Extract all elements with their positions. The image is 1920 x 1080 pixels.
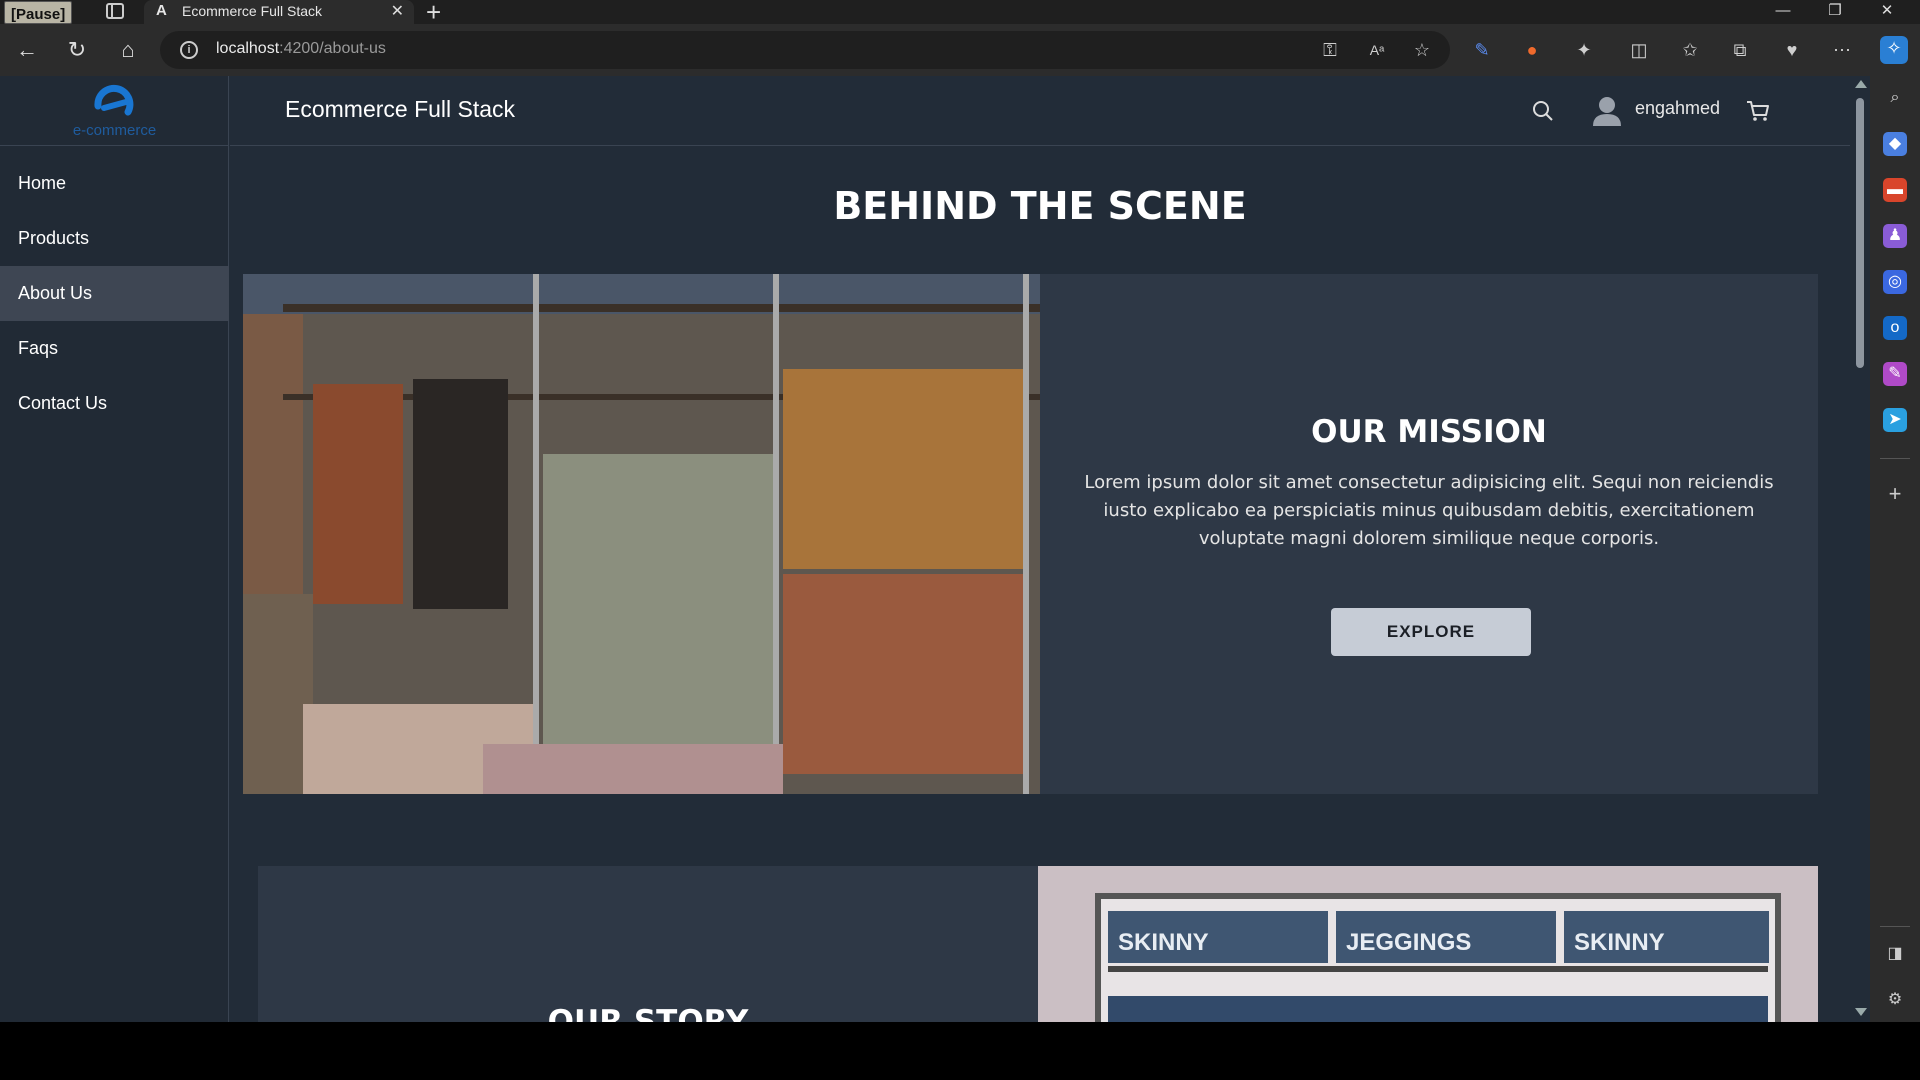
ecommerce-logo-icon: [94, 84, 134, 116]
shelf-label-skinny-2: SKINNY: [1574, 929, 1665, 956]
scroll-up-arrow-icon[interactable]: [1855, 80, 1867, 88]
edge-sidebar: ⌕ ◆ ▬ ♟ ◎ o ✎ ➤ + ◨ ⚙: [1870, 76, 1920, 1022]
mission-title: OUR MISSION: [1311, 414, 1547, 450]
nav-item-contact-us[interactable]: Contact Us: [0, 376, 229, 431]
url-host: localhost: [216, 40, 280, 57]
home-icon[interactable]: ⌂: [114, 37, 142, 65]
games-icon[interactable]: ♟: [1883, 224, 1907, 248]
cart-icon[interactable]: [1745, 98, 1771, 124]
tab-title: Ecommerce Full Stack: [182, 3, 323, 19]
search-icon[interactable]: [1530, 98, 1556, 124]
nav-item-products[interactable]: Products: [0, 211, 229, 266]
add-sidebar-app-icon[interactable]: +: [1883, 482, 1907, 506]
split-screen-icon[interactable]: ◫: [1627, 38, 1651, 62]
shelf-label-skinny-1: SKINNY: [1118, 929, 1209, 956]
shopping-tag-icon[interactable]: ◆: [1883, 132, 1907, 156]
tab-actions-icon[interactable]: [106, 3, 124, 19]
collections-icon[interactable]: ⧉: [1728, 38, 1752, 62]
copilot-icon[interactable]: ✧: [1880, 36, 1908, 64]
close-window-icon[interactable]: ✕: [1864, 0, 1910, 24]
user-avatar-icon[interactable]: [1590, 93, 1624, 127]
page-scrollbar[interactable]: [1850, 76, 1870, 1022]
letterbox-bar: [0, 1022, 1920, 1080]
story-title: OUR STORY: [547, 1004, 749, 1022]
designer-icon[interactable]: ✎: [1883, 362, 1907, 386]
main-content: BEHIND THE SCENE OUR MISSION Lorem ipsum…: [230, 146, 1850, 1022]
nav-item-home[interactable]: Home: [0, 156, 229, 211]
favorites-icon[interactable]: ✩: [1678, 38, 1702, 62]
username[interactable]: engahmed: [1635, 98, 1720, 119]
browser-toolbar: ← ↻ ⌂ i localhost:4200/about-us ⚿ Aᵃ ☆ ✎…: [0, 24, 1920, 76]
sidebar-settings-icon[interactable]: ⚙: [1883, 988, 1907, 1012]
refresh-icon[interactable]: ↻: [63, 37, 91, 65]
mission-text: OUR MISSION Lorem ipsum dolor sit amet c…: [1040, 274, 1818, 794]
denim-shelf-image: SKINNY JEGGINGS SKINNY: [1038, 866, 1818, 1022]
browser-essentials-icon[interactable]: ♥: [1780, 38, 1804, 62]
pen-extension-icon[interactable]: ✎: [1470, 38, 1494, 62]
angular-favicon-icon: A: [156, 2, 167, 19]
app-sidebar: e-commerce Home Products About Us Faqs C…: [0, 76, 229, 1022]
side-nav: Home Products About Us Faqs Contact Us: [0, 156, 229, 431]
scroll-down-arrow-icon[interactable]: [1855, 1008, 1867, 1016]
explore-button[interactable]: EXPLORE: [1331, 608, 1531, 656]
site-info-icon[interactable]: i: [180, 41, 198, 59]
story-section: OUR STORY SKINNY JEGGINGS SKINNY: [258, 866, 1818, 1022]
restore-icon[interactable]: ❐: [1812, 0, 1858, 24]
browser-tab-bar: [Pause] A Ecommerce Full Stack ✕ + — ❐ ✕: [0, 0, 1920, 27]
extension-icon[interactable]: ●: [1520, 38, 1544, 62]
tab-close-icon[interactable]: ✕: [391, 1, 404, 21]
hide-sidebar-icon[interactable]: ◨: [1883, 942, 1907, 966]
sidebar-divider: [1880, 458, 1910, 459]
app-header: Ecommerce Full Stack engahmed: [230, 76, 1850, 146]
scroll-thumb[interactable]: [1856, 98, 1864, 368]
logo-text: e-commerce: [72, 122, 157, 139]
mission-body: Lorem ipsum dolor sit amet consectetur a…: [1084, 472, 1774, 549]
outlook-icon[interactable]: o: [1883, 316, 1907, 340]
url-path: :4200/about-us: [279, 40, 386, 57]
address-bar[interactable]: i localhost:4200/about-us ⚿ Aᵃ ☆: [160, 31, 1450, 69]
send-icon[interactable]: ➤: [1883, 408, 1907, 432]
read-aloud-icon[interactable]: Aᵃ: [1365, 38, 1389, 62]
copilot-sidebar-icon[interactable]: ◎: [1883, 270, 1907, 294]
favorite-star-icon[interactable]: ☆: [1410, 38, 1434, 62]
settings-more-icon[interactable]: ⋯: [1830, 38, 1854, 62]
brand-title: Ecommerce Full Stack: [285, 96, 516, 122]
tools-icon[interactable]: ▬: [1883, 178, 1907, 202]
clothing-rack-image: [243, 274, 1040, 794]
search-sidebar-icon[interactable]: ⌕: [1883, 86, 1907, 110]
nav-item-about-us[interactable]: About Us: [0, 266, 229, 321]
mission-section: OUR MISSION Lorem ipsum dolor sit amet c…: [243, 274, 1818, 794]
web-page: e-commerce Home Products About Us Faqs C…: [0, 76, 1870, 1022]
browser-tab[interactable]: A Ecommerce Full Stack ✕: [144, 0, 414, 24]
page-heading: BEHIND THE SCENE: [833, 184, 1247, 228]
extensions-puzzle-icon[interactable]: ✦: [1572, 38, 1596, 62]
logo[interactable]: e-commerce: [0, 76, 229, 146]
nav-item-faqs[interactable]: Faqs: [0, 321, 229, 376]
url-text: localhost:4200/about-us: [216, 40, 386, 58]
shelf-label-jeggings: JEGGINGS: [1346, 929, 1471, 956]
back-icon[interactable]: ←: [13, 37, 41, 65]
minimize-icon[interactable]: —: [1760, 0, 1806, 24]
key-icon[interactable]: ⚿: [1318, 38, 1342, 62]
recorder-pause-badge[interactable]: [Pause]: [4, 1, 73, 24]
sidebar-divider: [1880, 926, 1910, 927]
